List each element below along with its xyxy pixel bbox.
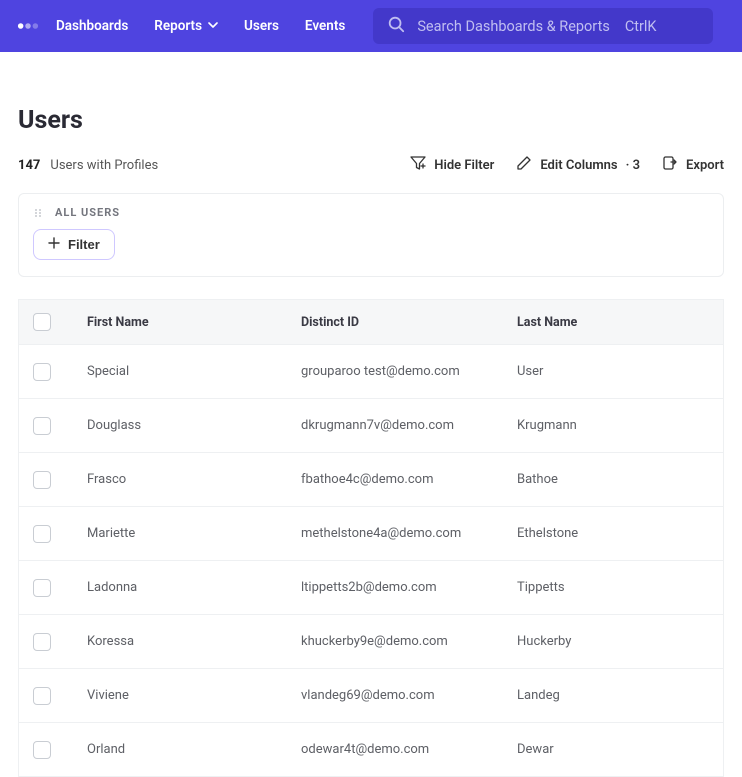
row-checkbox-cell — [33, 579, 87, 597]
search-input[interactable]: Search Dashboards & Reports CtrlK — [373, 8, 713, 44]
cell-first-name: Special — [87, 364, 301, 379]
row-checkbox[interactable] — [33, 687, 51, 705]
cell-last-name: Landeg — [517, 688, 709, 703]
top-nav: Dashboards Reports Users Events Search D… — [0, 0, 742, 52]
cell-distinct-id: khuckerby9e@demo.com — [301, 634, 517, 649]
cell-last-name: Dewar — [517, 742, 709, 757]
cell-last-name: User — [517, 364, 709, 379]
cell-last-name: Ethelstone — [517, 526, 709, 541]
cell-first-name: Orland — [87, 742, 301, 757]
search-shortcut: CtrlK — [625, 18, 657, 35]
header-first-name[interactable]: First Name — [87, 315, 301, 330]
cell-distinct-id: fbathoe4c@demo.com — [301, 472, 517, 487]
row-checkbox-cell — [33, 741, 87, 759]
header-last-name[interactable]: Last Name — [517, 315, 709, 330]
nav-reports[interactable]: Reports — [154, 18, 218, 34]
plus-icon — [48, 237, 60, 252]
table-row[interactable]: Douglassdkrugmann7v@demo.comKrugmann — [19, 398, 723, 452]
nav-label: Dashboards — [56, 18, 128, 34]
toolbar-row: 147 Users with Profiles Hide Filter Edit … — [18, 155, 724, 175]
pencil-icon — [516, 155, 532, 175]
filter-icon — [410, 155, 426, 175]
row-checkbox-cell — [33, 471, 87, 489]
cell-first-name: Ladonna — [87, 580, 301, 595]
cell-first-name: Viviene — [87, 688, 301, 703]
table-row[interactable]: Specialgrouparoo test@demo.comUser — [19, 344, 723, 398]
search-placeholder: Search Dashboards & Reports — [417, 18, 610, 35]
table-row[interactable]: Koressakhuckerby9e@demo.comHuckerby — [19, 614, 723, 668]
table-row[interactable]: Mariettemethelstone4a@demo.comEthelstone — [19, 506, 723, 560]
nav-users[interactable]: Users — [244, 18, 279, 34]
drag-handle-icon[interactable] — [33, 207, 45, 219]
add-filter-button[interactable]: Filter — [33, 229, 115, 260]
nav-items: Dashboards Reports Users Events — [56, 18, 345, 34]
select-all-checkbox[interactable] — [33, 313, 51, 331]
filter-container: ALL USERS Filter — [18, 193, 724, 277]
toolbar-actions: Hide Filter Edit Columns · 3 Export — [410, 155, 724, 175]
add-filter-label: Filter — [68, 237, 100, 252]
edit-columns-button[interactable]: Edit Columns · 3 — [516, 155, 640, 175]
search-wrap: Search Dashboards & Reports CtrlK — [373, 8, 713, 44]
action-label: Hide Filter — [434, 158, 494, 173]
row-checkbox[interactable] — [33, 741, 51, 759]
table-row[interactable]: Vivienevlandeg69@demo.comLandeg — [19, 668, 723, 722]
cell-distinct-id: grouparoo test@demo.com — [301, 364, 517, 379]
row-checkbox-cell — [33, 363, 87, 381]
cell-last-name: Huckerby — [517, 634, 709, 649]
cell-distinct-id: dkrugmann7v@demo.com — [301, 418, 517, 433]
export-button[interactable]: Export — [662, 155, 724, 175]
action-label: Export — [686, 158, 724, 173]
row-checkbox[interactable] — [33, 471, 51, 489]
row-checkbox[interactable] — [33, 363, 51, 381]
row-checkbox[interactable] — [33, 579, 51, 597]
nav-label: Events — [305, 18, 345, 34]
table-row[interactable]: Orlandodewar4t@demo.comDewar — [19, 722, 723, 776]
cell-distinct-id: ltippetts2b@demo.com — [301, 580, 517, 595]
users-table: First Name Distinct ID Last Name Special… — [18, 299, 724, 777]
row-checkbox-cell — [33, 525, 87, 543]
filter-heading-row: ALL USERS — [33, 206, 709, 219]
cell-first-name: Frasco — [87, 472, 301, 487]
cell-distinct-id: odewar4t@demo.com — [301, 742, 517, 757]
header-checkbox-cell — [33, 313, 87, 331]
edit-columns-count: · 3 — [626, 158, 640, 173]
export-icon — [662, 155, 678, 175]
action-label: Edit Columns — [540, 158, 617, 173]
user-count: 147 Users with Profiles — [18, 158, 158, 173]
user-count-label: Users with Profiles — [50, 158, 158, 173]
nav-label: Reports — [154, 18, 202, 34]
nav-dashboards[interactable]: Dashboards — [56, 18, 128, 34]
table-row[interactable]: Ladonnaltippetts2b@demo.comTippetts — [19, 560, 723, 614]
nav-label: Users — [244, 18, 279, 34]
cell-last-name: Krugmann — [517, 418, 709, 433]
cell-last-name: Bathoe — [517, 472, 709, 487]
cell-first-name: Mariette — [87, 526, 301, 541]
cell-last-name: Tippetts — [517, 580, 709, 595]
filter-heading: ALL USERS — [55, 206, 120, 219]
cell-first-name: Douglass — [87, 418, 301, 433]
main-content: Users 147 Users with Profiles Hide Filter… — [0, 106, 742, 777]
row-checkbox-cell — [33, 417, 87, 435]
hide-filter-button[interactable]: Hide Filter — [410, 155, 494, 175]
table-header: First Name Distinct ID Last Name — [19, 300, 723, 344]
user-count-number: 147 — [18, 158, 40, 173]
app-menu-icon[interactable] — [14, 12, 42, 40]
cell-distinct-id: vlandeg69@demo.com — [301, 688, 517, 703]
cell-first-name: Koressa — [87, 634, 301, 649]
row-checkbox-cell — [33, 687, 87, 705]
chevron-down-icon — [208, 18, 218, 34]
page-title: Users — [18, 106, 724, 135]
nav-events[interactable]: Events — [305, 18, 345, 34]
row-checkbox[interactable] — [33, 525, 51, 543]
search-icon — [387, 15, 405, 37]
table-row[interactable]: Frascofbathoe4c@demo.comBathoe — [19, 452, 723, 506]
row-checkbox[interactable] — [33, 633, 51, 651]
table-body: Specialgrouparoo test@demo.comUserDougla… — [19, 344, 723, 776]
row-checkbox[interactable] — [33, 417, 51, 435]
cell-distinct-id: methelstone4a@demo.com — [301, 526, 517, 541]
header-distinct-id[interactable]: Distinct ID — [301, 315, 517, 330]
row-checkbox-cell — [33, 633, 87, 651]
